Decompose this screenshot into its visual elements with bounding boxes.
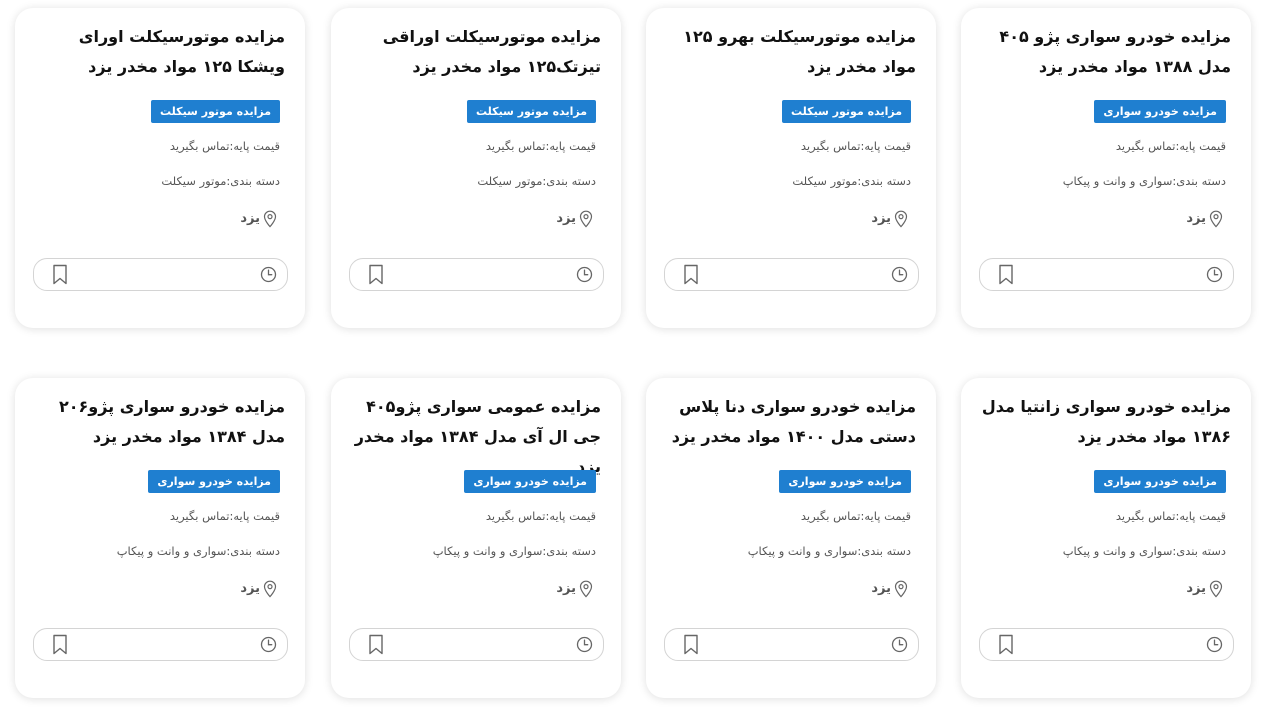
card-title[interactable]: مزایده موتورسیکلت بهرو ۱۲۵ مواد مخدر یزد [662, 22, 916, 82]
base-price: قیمت پایه:تماس بگیرید [485, 139, 596, 153]
category-text: دسته بندی:سواری و وانت و پیکاپ [432, 544, 596, 558]
base-price: قیمت پایه:تماس بگیرید [800, 139, 911, 153]
bookmark-icon[interactable] [998, 264, 1014, 285]
category-text: دسته بندی:سواری و وانت و پیکاپ [747, 544, 911, 558]
clock-icon[interactable] [576, 636, 593, 653]
card-title[interactable]: مزایده خودرو سواری زانتیا مدل ۱۳۸۶ مواد … [977, 392, 1231, 452]
category-text: دسته بندی:سواری و وانت و پیکاپ [116, 544, 280, 558]
category-badge[interactable]: مزایده خودرو سواری [779, 470, 911, 493]
category-text: دسته بندی:موتور سیکلت [477, 174, 596, 188]
bookmark-icon[interactable] [52, 264, 68, 285]
card-title[interactable]: مزایده موتورسیکلت اوراقی تیزتک۱۲۵ مواد م… [347, 22, 601, 82]
bookmark-icon[interactable] [683, 264, 699, 285]
auction-card[interactable]: مزایده خودرو سواری پژو۲۰۶ مدل ۱۳۸۴ مواد … [15, 378, 305, 698]
clock-icon[interactable] [260, 266, 277, 283]
location: یزد [871, 580, 908, 598]
location-pin-icon [579, 580, 593, 598]
category-badge[interactable]: مزایده موتور سیکلت [151, 100, 280, 123]
auction-card[interactable]: مزایده عمومی سواری پژو۴۰۵ جی ال آی مدل ۱… [331, 378, 621, 698]
card-footer [664, 628, 919, 661]
location-pin-icon [894, 580, 908, 598]
location-pin-icon [263, 210, 277, 228]
auction-card[interactable]: مزایده موتورسیکلت اورای ویشکا ۱۲۵ مواد م… [15, 8, 305, 328]
clock-icon[interactable] [1206, 266, 1223, 283]
card-footer [349, 628, 604, 661]
base-price: قیمت پایه:تماس بگیرید [169, 509, 280, 523]
category-badge[interactable]: مزایده موتور سیکلت [782, 100, 911, 123]
category-badge[interactable]: مزایده خودرو سواری [1094, 470, 1226, 493]
city-name: یزد [240, 581, 260, 596]
base-price: قیمت پایه:تماس بگیرید [1115, 139, 1226, 153]
city-name: یزد [1186, 211, 1206, 226]
city-name: یزد [1186, 581, 1206, 596]
auction-card[interactable]: مزایده خودرو سواری دنا پلاس دستی مدل ۱۴۰… [646, 378, 936, 698]
card-title[interactable]: مزایده خودرو سواری دنا پلاس دستی مدل ۱۴۰… [662, 392, 916, 452]
base-price: قیمت پایه:تماس بگیرید [1115, 509, 1226, 523]
clock-icon[interactable] [260, 636, 277, 653]
card-title[interactable]: مزایده موتورسیکلت اورای ویشکا ۱۲۵ مواد م… [31, 22, 285, 82]
category-text: دسته بندی:سواری و وانت و پیکاپ [1062, 544, 1226, 558]
base-price: قیمت پایه:تماس بگیرید [800, 509, 911, 523]
clock-icon[interactable] [1206, 636, 1223, 653]
card-footer [349, 258, 604, 291]
auction-card[interactable]: مزایده موتورسیکلت اوراقی تیزتک۱۲۵ مواد م… [331, 8, 621, 328]
card-footer [33, 258, 288, 291]
location: یزد [240, 210, 277, 228]
location: یزد [240, 580, 277, 598]
location: یزد [1186, 210, 1223, 228]
city-name: یزد [240, 211, 260, 226]
city-name: یزد [556, 211, 576, 226]
location-pin-icon [263, 580, 277, 598]
location: یزد [871, 210, 908, 228]
city-name: یزد [871, 211, 891, 226]
category-badge[interactable]: مزایده خودرو سواری [148, 470, 280, 493]
base-price: قیمت پایه:تماس بگیرید [169, 139, 280, 153]
auction-card-grid: مزایده خودرو سواری پژو ۴۰۵ مدل ۱۳۸۸ مواد… [0, 0, 1270, 708]
city-name: یزد [871, 581, 891, 596]
location: یزد [1186, 580, 1223, 598]
card-title[interactable]: مزایده خودرو سواری پژو۲۰۶ مدل ۱۳۸۴ مواد … [31, 392, 285, 452]
location-pin-icon [579, 210, 593, 228]
bookmark-icon[interactable] [52, 634, 68, 655]
clock-icon[interactable] [891, 266, 908, 283]
auction-card[interactable]: مزایده خودرو سواری زانتیا مدل ۱۳۸۶ مواد … [961, 378, 1251, 698]
bookmark-icon[interactable] [998, 634, 1014, 655]
category-badge[interactable]: مزایده خودرو سواری [464, 470, 596, 493]
category-badge[interactable]: مزایده موتور سیکلت [467, 100, 596, 123]
bookmark-icon[interactable] [368, 634, 384, 655]
category-text: دسته بندی:موتور سیکلت [161, 174, 280, 188]
card-footer [979, 258, 1234, 291]
location-pin-icon [894, 210, 908, 228]
auction-card[interactable]: مزایده خودرو سواری پژو ۴۰۵ مدل ۱۳۸۸ مواد… [961, 8, 1251, 328]
card-footer [664, 258, 919, 291]
card-footer [33, 628, 288, 661]
location-pin-icon [1209, 210, 1223, 228]
clock-icon[interactable] [576, 266, 593, 283]
category-text: دسته بندی:موتور سیکلت [792, 174, 911, 188]
location: یزد [556, 580, 593, 598]
location-pin-icon [1209, 580, 1223, 598]
auction-card[interactable]: مزایده موتورسیکلت بهرو ۱۲۵ مواد مخدر یزد… [646, 8, 936, 328]
bookmark-icon[interactable] [368, 264, 384, 285]
card-title[interactable]: مزایده عمومی سواری پژو۴۰۵ جی ال آی مدل ۱… [347, 392, 601, 482]
city-name: یزد [556, 581, 576, 596]
category-badge[interactable]: مزایده خودرو سواری [1094, 100, 1226, 123]
card-footer [979, 628, 1234, 661]
bookmark-icon[interactable] [683, 634, 699, 655]
card-title[interactable]: مزایده خودرو سواری پژو ۴۰۵ مدل ۱۳۸۸ مواد… [977, 22, 1231, 82]
base-price: قیمت پایه:تماس بگیرید [485, 509, 596, 523]
location: یزد [556, 210, 593, 228]
clock-icon[interactable] [891, 636, 908, 653]
category-text: دسته بندی:سواری و وانت و پیکاپ [1062, 174, 1226, 188]
